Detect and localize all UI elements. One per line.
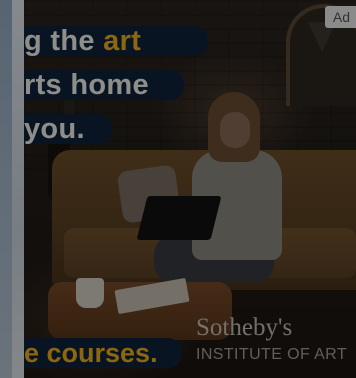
headline-line-3: you. — [24, 114, 112, 144]
sothebys-ad-banner[interactable]: g the art rts home you. e courses. Sothe… — [24, 0, 356, 378]
headline-line-1-text: g the — [24, 25, 104, 57]
brand-name: Sotheby's — [196, 314, 293, 341]
headline-line-2: rts home — [24, 70, 184, 100]
ad-choices-badge[interactable]: Ad — [324, 6, 356, 28]
headline-line-2-text: rts home — [24, 69, 149, 101]
mug — [76, 278, 104, 308]
headline-footer: e courses. — [24, 338, 182, 368]
page-background-strip — [0, 0, 24, 378]
left-rail — [0, 0, 12, 378]
person-face — [220, 112, 250, 148]
headline-accent-word: art — [103, 25, 142, 57]
laptop — [136, 196, 222, 240]
brand-subtitle: INSTITUTE OF ART — [196, 346, 348, 363]
headline-line-1: g the art — [24, 26, 208, 56]
headline-line-3-text: you. — [24, 113, 85, 145]
